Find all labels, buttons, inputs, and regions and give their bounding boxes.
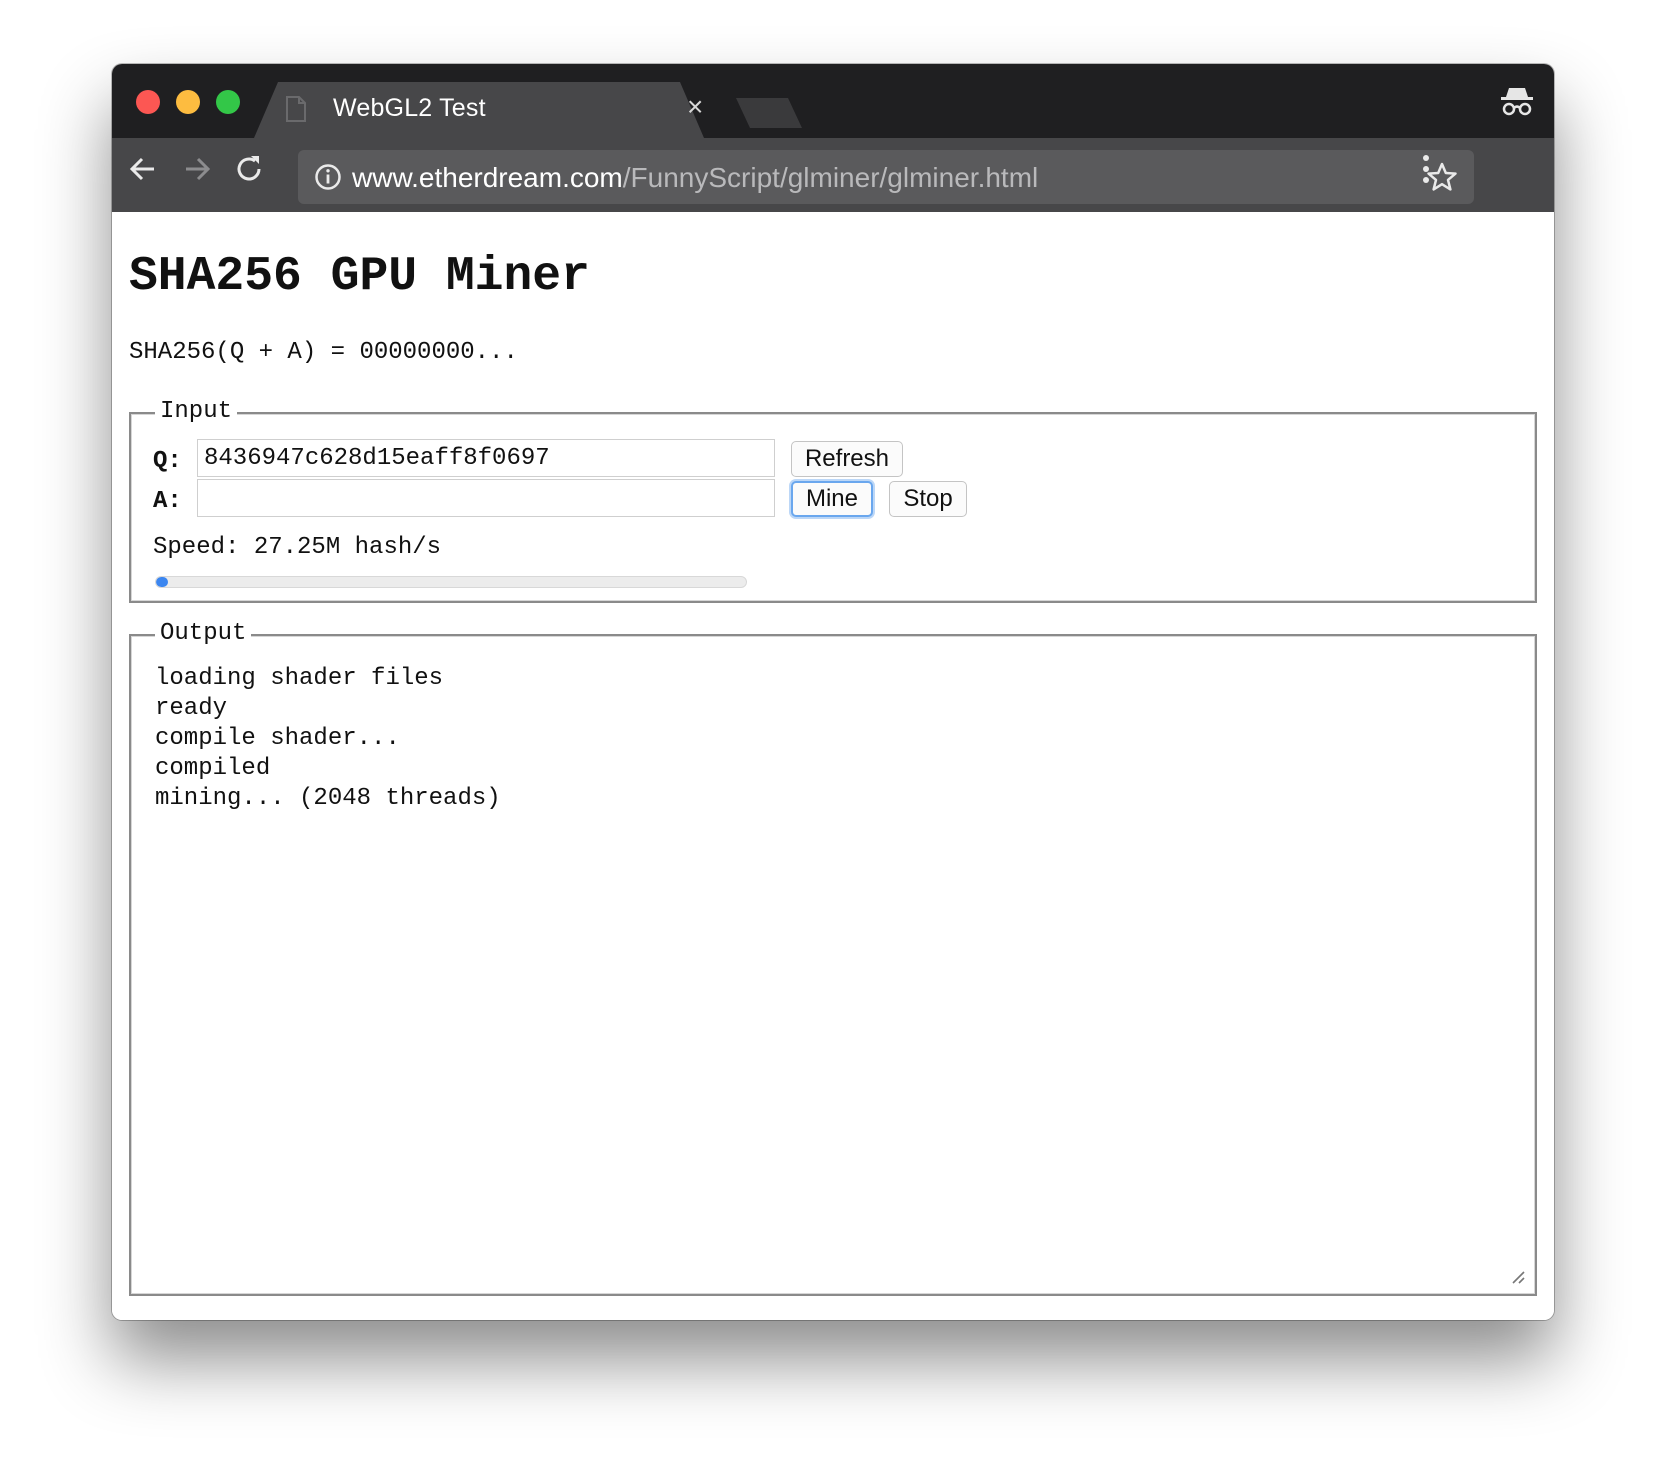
- input-fieldset: Input Q: 8436947c628d15eaff8f0697 Refres…: [129, 398, 1537, 603]
- stop-button[interactable]: Stop: [889, 481, 967, 517]
- tab-title: WebGL2 Test: [333, 94, 486, 122]
- log-line: compile shader...: [155, 725, 400, 752]
- menu-icon[interactable]: [1418, 152, 1434, 186]
- tab-close-icon[interactable]: ×: [687, 93, 703, 121]
- document-icon: [286, 96, 306, 122]
- title-bar: WebGL2 Test ×: [112, 64, 1554, 138]
- address-bar[interactable]: www.etherdream.com/FunnyScript/glminer/g…: [298, 150, 1474, 204]
- mine-button[interactable]: Mine: [791, 481, 873, 517]
- page-content: SHA256 GPU Miner SHA256(Q + A) = 0000000…: [112, 212, 1554, 1320]
- close-window-button[interactable]: [136, 90, 160, 114]
- q-input[interactable]: 8436947c628d15eaff8f0697: [197, 439, 775, 477]
- output-legend: Output: [155, 620, 252, 647]
- browser-window: WebGL2 Test × www.etherdream.com/FunnySc…: [112, 64, 1554, 1320]
- minimize-window-button[interactable]: [176, 90, 200, 114]
- reload-icon[interactable]: [232, 152, 266, 186]
- q-label: Q:: [153, 448, 182, 475]
- maximize-window-button[interactable]: [216, 90, 240, 114]
- log-line: ready: [155, 695, 228, 722]
- page-title: SHA256 GPU Miner: [129, 250, 590, 304]
- incognito-icon: [1501, 88, 1533, 116]
- back-arrow-icon[interactable]: [126, 152, 160, 186]
- url-host: www.etherdream.com: [352, 162, 623, 193]
- resize-grip-icon[interactable]: [1509, 1268, 1525, 1284]
- log-line: loading shader files: [155, 665, 444, 692]
- info-icon[interactable]: [314, 163, 342, 191]
- url-path: /FunnyScript/glminer/glminer.html: [622, 162, 1039, 193]
- progress-bar: [155, 576, 747, 588]
- a-input[interactable]: [197, 479, 775, 517]
- output-log[interactable]: loading shader files ready compile shade…: [155, 664, 501, 814]
- formula-text: SHA256(Q + A) = 00000000...: [129, 339, 518, 366]
- new-tab-button[interactable]: [736, 98, 802, 128]
- forward-arrow-icon[interactable]: [180, 152, 214, 186]
- input-legend: Input: [155, 398, 238, 425]
- speed-readout: Speed: 27.25M hash/s: [153, 534, 442, 561]
- output-fieldset: Output loading shader files ready compil…: [129, 620, 1537, 1296]
- log-line: compiled: [155, 755, 271, 782]
- url-text[interactable]: www.etherdream.com/FunnyScript/glminer/g…: [352, 162, 1038, 194]
- a-label: A:: [153, 488, 182, 515]
- refresh-button[interactable]: Refresh: [791, 441, 903, 477]
- log-line: mining... (2048 threads): [155, 785, 501, 812]
- progress-fill: [156, 577, 168, 587]
